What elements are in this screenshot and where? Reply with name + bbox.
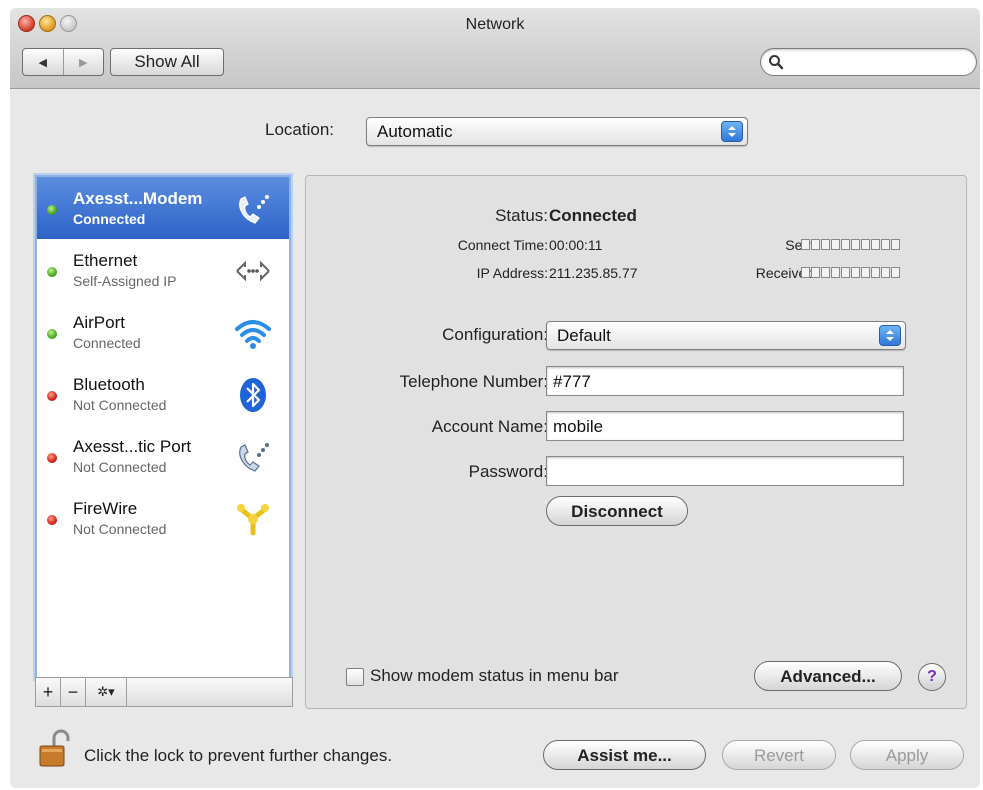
status-indicator-green (47, 267, 57, 277)
window-toolbar: Network ◀ ▶ Show All (10, 8, 980, 89)
show-modem-status-checkbox[interactable] (346, 668, 364, 686)
service-name: Axesst...tic Port (73, 437, 192, 456)
back-button[interactable]: ◀ (23, 49, 63, 75)
sent-meter (801, 239, 900, 251)
forward-button[interactable]: ▶ (62, 49, 104, 75)
service-status: Not Connected (73, 397, 167, 413)
ethernet-arrows-icon (236, 260, 270, 282)
account-name-label: Account Name: (431, 417, 548, 436)
ip-address-value: 211.235.85.77 (549, 265, 638, 281)
service-name: Ethernet (73, 251, 138, 270)
status-indicator-red (47, 515, 57, 525)
service-status: Not Connected (73, 459, 167, 475)
window-title: Network (465, 16, 525, 33)
service-status: Connected (73, 335, 141, 351)
received-meter (801, 267, 900, 279)
wifi-icon (235, 320, 271, 349)
show-modem-status-label: Show modem status in menu bar (370, 666, 619, 685)
password-label: Password: (468, 462, 548, 481)
apply-button[interactable]: Apply (850, 740, 964, 770)
service-status: Connected (73, 211, 146, 227)
connect-time-label: Connect Time: (457, 237, 548, 253)
status-indicator-green (47, 205, 57, 215)
phone-modem-icon (239, 195, 269, 224)
remove-service-button[interactable]: − (61, 678, 86, 706)
service-status: Self-Assigned IP (73, 273, 177, 289)
status-indicator-green (47, 329, 57, 339)
gear-menu-button[interactable]: ✲▾ (86, 678, 127, 706)
bluetooth-icon (240, 378, 266, 412)
back-arrow-icon: ◀ (38, 56, 47, 69)
connect-time-value: 00:00:11 (549, 237, 603, 253)
account-name-field[interactable]: mobile (546, 411, 904, 441)
service-name: Axesst...Modem (73, 189, 203, 208)
network-preferences-window: Network ◀ ▶ Show All Location: Automatic… (10, 8, 980, 788)
status-label: Status: (495, 206, 548, 225)
advanced-button[interactable]: Advanced... (754, 661, 902, 691)
revert-button[interactable]: Revert (722, 740, 836, 770)
service-status: Not Connected (73, 521, 167, 537)
configuration-value: Default (557, 326, 611, 345)
service-item-axesst-port[interactable]: Axesst...tic Port Not Connected (37, 425, 289, 487)
show-all-button[interactable]: Show All (110, 48, 224, 76)
configuration-dropdown[interactable]: Default (546, 321, 906, 350)
firewire-icon (237, 504, 269, 536)
telephone-number-field[interactable]: #777 (546, 366, 904, 396)
help-button[interactable]: ? (918, 663, 946, 691)
service-detail-panel: Status: Connected Connect Time: 00:00:11… (305, 175, 967, 709)
configuration-label: Configuration: (442, 325, 548, 344)
assist-me-button[interactable]: Assist me... (543, 740, 706, 770)
lock-message: Click the lock to prevent further change… (84, 746, 393, 765)
status-indicator-red (47, 453, 57, 463)
service-name: Bluetooth (73, 375, 145, 394)
service-name: FireWire (73, 499, 138, 518)
service-item-axesst-modem[interactable]: Axesst...Modem Connected (37, 177, 289, 239)
service-list-toolbar: + − ✲▾ (35, 677, 293, 707)
location-value: Automatic (377, 122, 453, 141)
service-item-bluetooth[interactable]: Bluetooth Not Connected (37, 363, 289, 425)
dropdown-arrows-icon (879, 325, 901, 346)
phone-modem-icon (239, 443, 269, 472)
search-input[interactable] (760, 48, 977, 76)
dropdown-arrows-icon (721, 121, 743, 142)
nav-buttons: ◀ ▶ (22, 48, 104, 76)
ip-address-label: IP Address: (476, 265, 548, 281)
location-dropdown[interactable]: Automatic (366, 117, 748, 146)
telephone-label: Telephone Number: (399, 372, 548, 391)
add-service-button[interactable]: + (36, 678, 61, 706)
password-field[interactable] (546, 456, 904, 486)
lock-icon[interactable] (38, 728, 72, 768)
service-name: AirPort (73, 313, 125, 332)
forward-arrow-icon: ▶ (79, 56, 88, 69)
service-item-ethernet[interactable]: Ethernet Self-Assigned IP (37, 239, 289, 301)
location-label: Location: (265, 120, 334, 139)
disconnect-button[interactable]: Disconnect (546, 496, 688, 526)
status-value: Connected (549, 206, 637, 225)
search-icon (769, 55, 784, 70)
service-list: Axesst...Modem Connected Ethernet Self-A… (35, 175, 291, 679)
service-item-airport[interactable]: AirPort Connected (37, 301, 289, 363)
service-item-firewire[interactable]: FireWire Not Connected (37, 487, 289, 549)
status-indicator-red (47, 391, 57, 401)
